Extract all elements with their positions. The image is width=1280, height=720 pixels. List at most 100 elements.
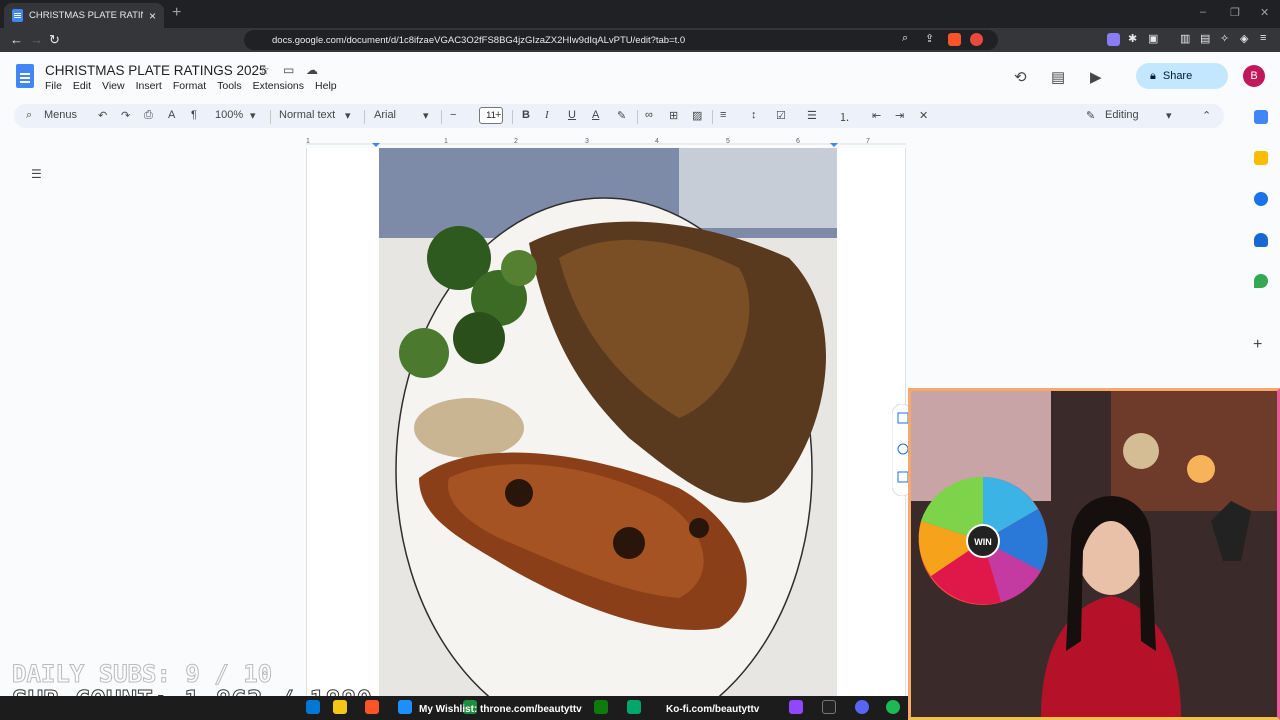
app-icon[interactable] (627, 700, 641, 714)
app-icon[interactable] (594, 700, 608, 714)
twitch-icon[interactable] (789, 700, 803, 714)
avatar[interactable]: B (1243, 65, 1265, 87)
increase-indent-icon[interactable]: ⇥ (895, 109, 904, 122)
docs-logo-icon[interactable] (16, 64, 34, 88)
divider (637, 110, 638, 124)
numbered-list-icon[interactable]: ⒈ (839, 109, 850, 125)
brave-shield-icon[interactable] (948, 33, 961, 46)
browser-tab[interactable]: CHRISTMAS PLATE RATINGS 2025 × (4, 3, 164, 28)
checklist-icon[interactable]: ☑ (776, 109, 786, 122)
menu-insert[interactable]: Insert (136, 80, 162, 92)
docs-favicon-icon (12, 9, 23, 22)
align-icon[interactable]: ≡ (720, 109, 726, 121)
comments-icon[interactable]: ▤ (1051, 68, 1065, 86)
font-select[interactable]: Arial (374, 109, 396, 121)
italic-button[interactable]: I (545, 109, 549, 121)
decrease-indent-icon[interactable]: ⇤ (872, 109, 881, 122)
menu-file[interactable]: File (45, 80, 62, 92)
search-icon[interactable]: ⌕ (26, 109, 32, 122)
food-plate-image[interactable] (379, 148, 837, 696)
sidebar-icon[interactable]: ▣ (1148, 32, 1158, 45)
menu-icon[interactable]: ≡ (1260, 32, 1266, 44)
underline-button[interactable]: U (568, 109, 576, 121)
tasks-icon[interactable] (1254, 192, 1268, 206)
menu-extensions[interactable]: Extensions (253, 80, 304, 92)
move-folder-icon[interactable]: ▭ (283, 63, 294, 77)
paint-format-icon[interactable]: ¶ (191, 109, 197, 121)
star-icon[interactable]: ☆ (259, 63, 270, 77)
editing-mode-select[interactable]: Editing (1105, 109, 1139, 121)
style-select[interactable]: Normal text (279, 109, 335, 121)
ruler-number: 1 (444, 138, 448, 145)
maps-icon[interactable] (1254, 274, 1268, 288)
app-icon[interactable] (306, 700, 320, 714)
folder-icon[interactable] (333, 700, 347, 714)
vpn-icon[interactable]: ◈ (1240, 32, 1248, 45)
menu-view[interactable]: View (102, 80, 125, 92)
kofi-ticker: Ko-fi.com/beautyttv (666, 704, 760, 715)
streamer-camera-image: WIN (911, 391, 1277, 717)
text-color-icon[interactable]: A (592, 109, 599, 121)
contacts-icon[interactable] (1254, 233, 1268, 247)
meet-icon[interactable]: ▶ (1090, 68, 1102, 86)
close-tab-icon[interactable]: × (149, 9, 156, 23)
reload-icon[interactable]: ↻ (49, 32, 60, 48)
bold-button[interactable]: B (522, 109, 530, 121)
add-comment-icon[interactable]: ⊞ (669, 109, 678, 122)
decrease-font-icon[interactable]: − (450, 109, 456, 121)
obs-icon[interactable] (822, 700, 836, 714)
menu-tools[interactable]: Tools (217, 80, 242, 92)
forward-icon[interactable]: → (30, 32, 43, 47)
brave-browser-icon[interactable] (365, 700, 379, 714)
discord-icon[interactable] (855, 700, 869, 714)
search-menus-label[interactable]: Menus (44, 109, 77, 121)
document-page[interactable] (306, 148, 906, 696)
highlight-icon[interactable]: ✎ (617, 109, 626, 122)
print-icon[interactable]: ⎙ (144, 109, 153, 122)
maximize-button[interactable]: ❐ (1230, 6, 1240, 19)
spellcheck-icon[interactable]: A (168, 109, 175, 121)
close-window-button[interactable]: ✕ (1260, 6, 1269, 19)
back-icon[interactable]: ← (10, 32, 23, 47)
wallet-icon[interactable]: ▤ (1200, 32, 1210, 45)
bullet-list-icon[interactable]: ☰ (807, 109, 817, 122)
document-title[interactable]: CHRISTMAS PLATE RATINGS 2025 (45, 63, 267, 78)
divider (364, 110, 365, 124)
insert-image-icon[interactable]: ▨ (692, 109, 702, 122)
new-tab-button[interactable]: + (172, 4, 181, 22)
collapse-menus-icon[interactable]: ⌃ (1202, 109, 1211, 122)
share-button[interactable]: 🔒︎ Share (1136, 63, 1228, 89)
document-outline-icon[interactable]: ☰ (31, 167, 42, 181)
rewards-icon[interactable] (970, 33, 983, 46)
menu-format[interactable]: Format (173, 80, 206, 92)
increase-font-icon[interactable]: + (495, 109, 501, 121)
zoom-select[interactable]: 100% (215, 109, 243, 121)
version-history-icon[interactable]: ⟲ (1014, 68, 1027, 86)
share-page-icon[interactable]: ⇪ (925, 32, 934, 45)
address-bar[interactable]: docs.google.com/document/d/1c8ifzaeVGAC3… (244, 30, 998, 50)
extension-icon[interactable] (1107, 33, 1120, 46)
panel-icon[interactable]: ▥ (1180, 32, 1190, 45)
clear-formatting-icon[interactable]: ✕ (919, 109, 928, 122)
browser-toolbar: ← → ↻ ⚑ docs.google.com/document/d/1c8if… (0, 28, 1280, 52)
link-icon[interactable]: ∞ (645, 109, 653, 121)
share-label: Share (1162, 70, 1193, 82)
wishlist-ticker: My Wishlist: throne.com/beautyttv (419, 704, 582, 715)
menu-help[interactable]: Help (315, 80, 337, 92)
daily-subs-counter: DAILY SUBS: 9 / 10 (11, 660, 273, 689)
line-spacing-icon[interactable]: ↕ (751, 109, 757, 121)
redo-icon[interactable]: ↷ (121, 109, 130, 122)
add-app-icon[interactable]: + (1253, 336, 1262, 354)
leo-icon[interactable]: ✧ (1220, 32, 1229, 45)
keep-icon[interactable] (1254, 151, 1268, 165)
spotify-icon[interactable] (886, 700, 900, 714)
calendar-icon[interactable] (1254, 110, 1268, 124)
minimize-button[interactable]: – (1200, 6, 1206, 18)
puzzle-icon[interactable]: ✱ (1128, 32, 1137, 45)
undo-icon[interactable]: ↶ (98, 109, 107, 122)
ruler-number: 2 (514, 138, 518, 145)
menu-edit[interactable]: Edit (73, 80, 91, 92)
zoom-icon[interactable]: ⌕ (902, 32, 908, 45)
app-icon[interactable] (398, 700, 412, 714)
cloud-status-icon[interactable]: ☁ (306, 63, 318, 77)
